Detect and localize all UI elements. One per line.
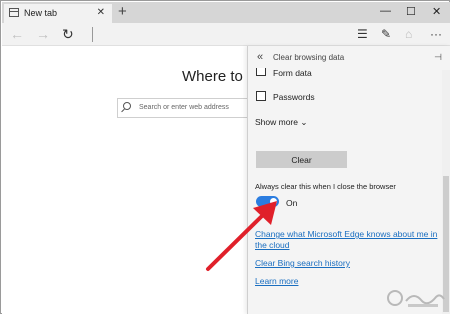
forward-icon[interactable]: →	[36, 26, 50, 42]
page-headline: Where to n	[182, 68, 256, 85]
show-more-label: Show more	[255, 117, 298, 127]
clear-browsing-data-panel: « Clear browsing data ⊣ Form data Passwo…	[247, 46, 450, 314]
panel-title: Clear browsing data	[273, 53, 345, 62]
toggle-state-label: On	[286, 198, 298, 208]
chevron-down-icon: ⌄	[300, 117, 308, 127]
search-placeholder: Search or enter web address	[139, 104, 229, 111]
pin-icon[interactable]: ⊣	[434, 52, 442, 63]
navigation-bar: ← → ↻ ☰ ✎ ⌂ ···	[2, 23, 450, 46]
close-window-button[interactable]: ✕	[432, 5, 441, 18]
share-icon[interactable]: ⌂	[405, 26, 412, 42]
web-note-icon[interactable]: ✎	[381, 26, 391, 42]
minimize-button[interactable]: —	[380, 5, 391, 17]
clear-button[interactable]: Clear	[256, 151, 347, 168]
change-link-line-2: the cloud	[255, 240, 290, 250]
panel-scrollbar[interactable]	[442, 70, 450, 314]
checkbox-label-form-data: Form data	[273, 68, 312, 78]
tab-title: New tab	[24, 8, 58, 18]
watermark-logo	[387, 290, 445, 307]
clear-bing-history-link[interactable]: Clear Bing search history	[255, 258, 350, 269]
search-icon	[123, 102, 131, 110]
hub-icon[interactable]: ☰	[357, 26, 368, 42]
search-box[interactable]: Search or enter web address	[117, 98, 257, 118]
page-icon	[9, 8, 19, 17]
tab-close-icon[interactable]: ✕	[97, 7, 105, 18]
refresh-icon[interactable]: ↻	[62, 26, 74, 42]
maximize-button[interactable]: ☐	[406, 5, 416, 18]
checkbox-label-passwords: Passwords	[273, 92, 315, 102]
back-icon[interactable]: ←	[10, 26, 24, 42]
change-link-line-1: Change what Microsoft Edge knows about m…	[255, 229, 438, 239]
browser-window: New tab ✕ + — ☐ ✕ ← → ↻ ☰ ✎ ⌂ ··· Where …	[0, 0, 450, 314]
new-tab-page: Where to n Search or enter web address	[2, 46, 257, 314]
panel-header: « Clear browsing data ⊣	[248, 46, 450, 70]
address-bar-divider	[92, 27, 93, 42]
tab-new-tab[interactable]: New tab ✕	[4, 4, 112, 23]
change-microsoft-edge-link[interactable]: Change what Microsoft Edge knows about m…	[255, 229, 437, 251]
more-icon[interactable]: ···	[430, 26, 442, 42]
back-chevron-icon[interactable]: «	[257, 51, 263, 63]
show-more-link[interactable]: Show more ⌄	[255, 117, 308, 128]
checkbox-form-data[interactable]	[256, 68, 266, 76]
tab-strip: New tab ✕ + — ☐ ✕	[2, 2, 450, 23]
always-clear-label: Always clear this when I close the brows…	[255, 182, 396, 191]
checkbox-passwords[interactable]	[256, 91, 266, 101]
toggle-knob	[270, 198, 277, 205]
new-tab-button[interactable]: +	[118, 3, 127, 21]
always-clear-toggle[interactable]	[256, 196, 279, 207]
learn-more-link[interactable]: Learn more	[255, 276, 298, 287]
